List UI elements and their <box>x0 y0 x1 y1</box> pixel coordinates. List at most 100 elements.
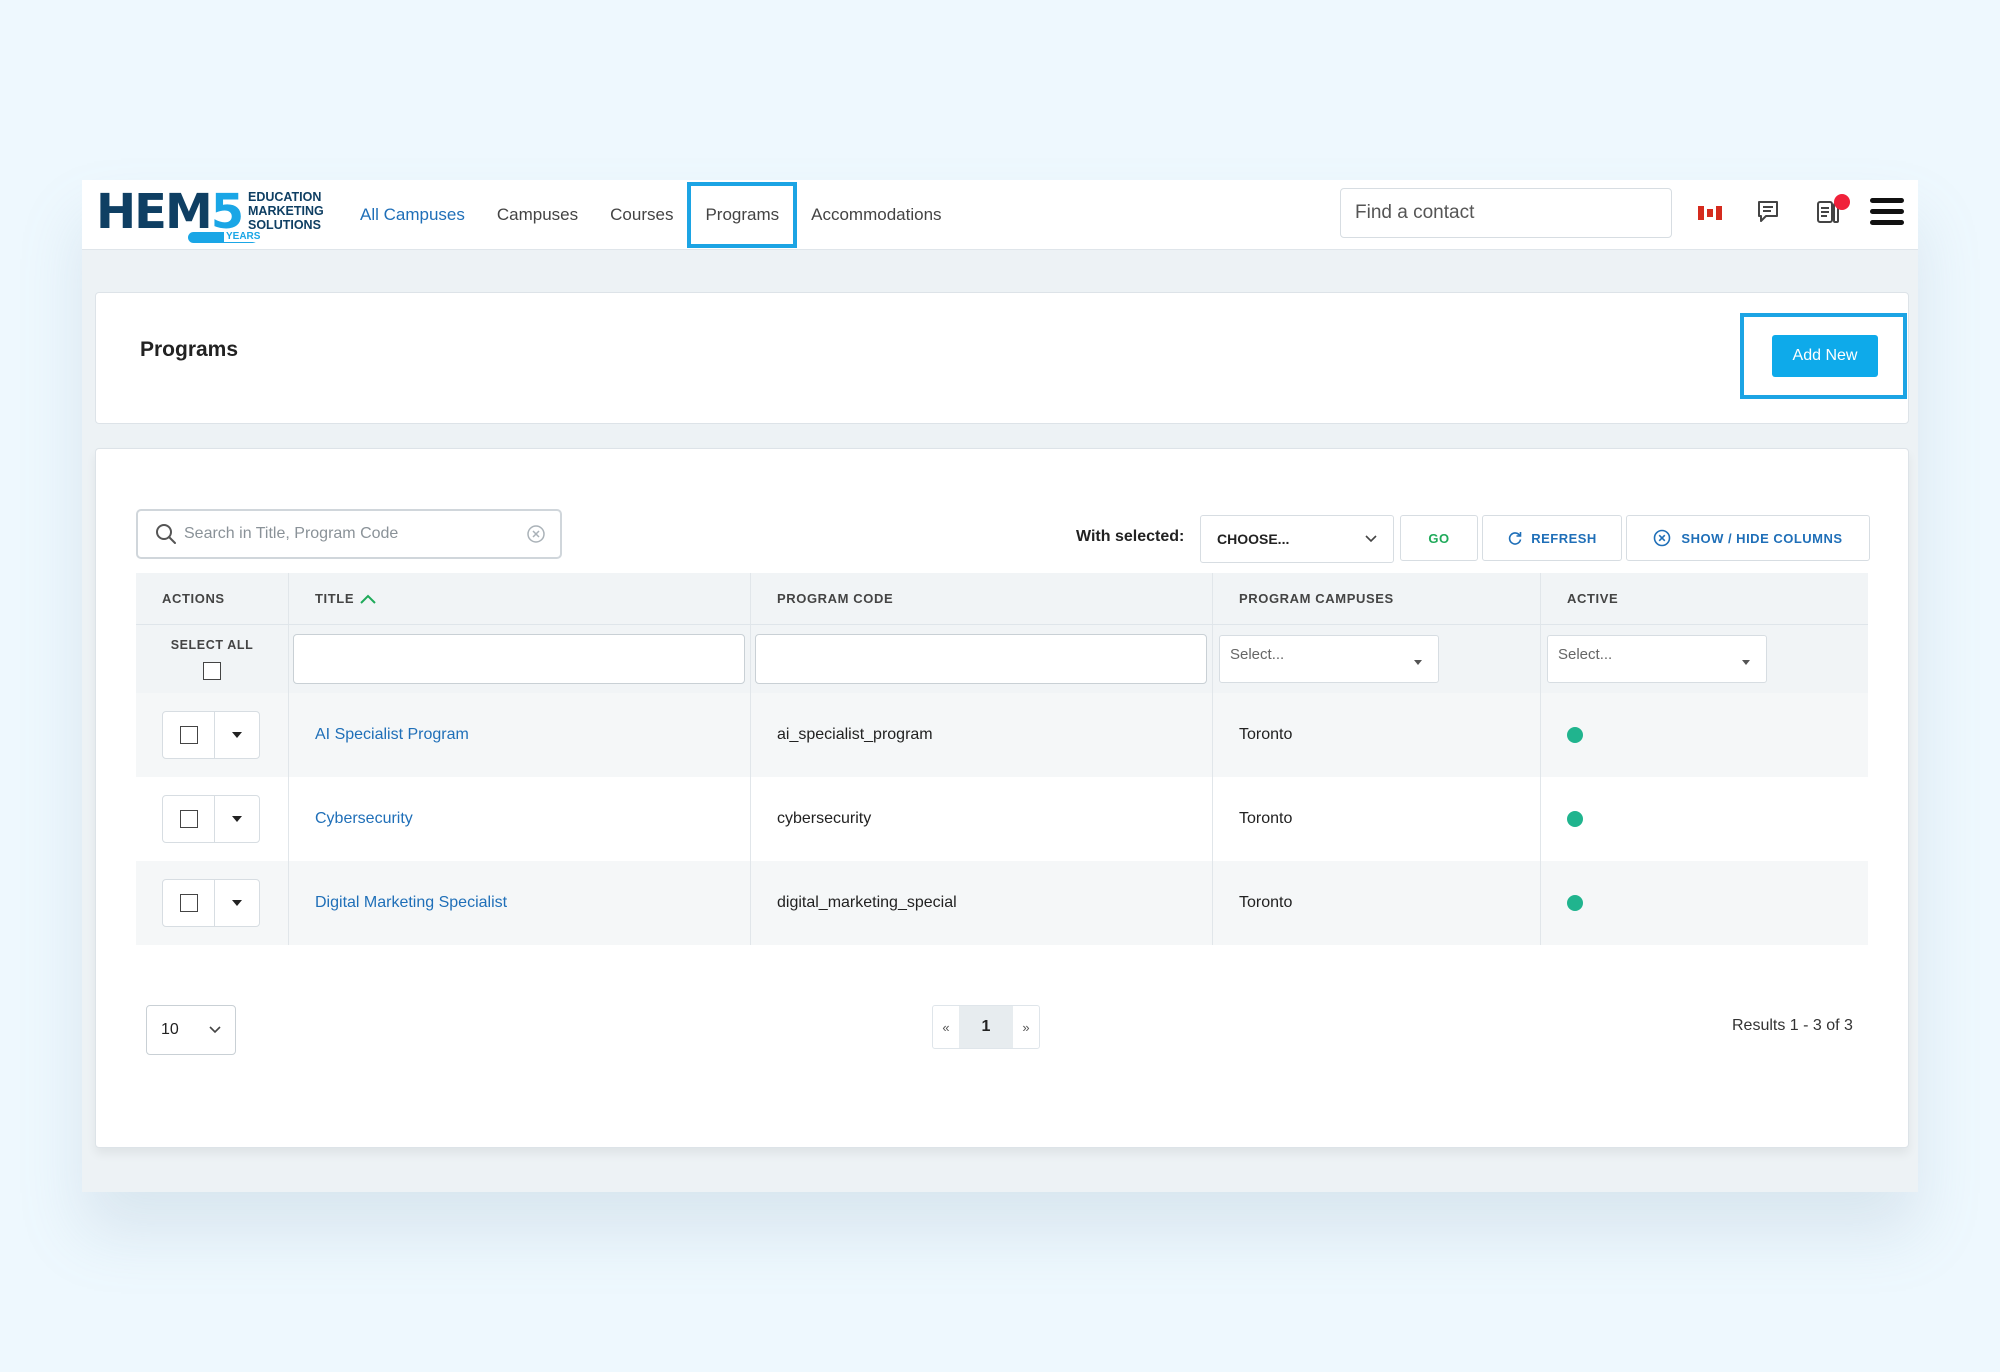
program-campus: Toronto <box>1212 693 1540 777</box>
caret-down-icon <box>1742 660 1750 665</box>
page-size-value: 10 <box>161 1021 179 1038</box>
find-contact-input[interactable] <box>1340 188 1672 238</box>
with-selected-label: With selected: <box>1076 528 1185 545</box>
program-title-link[interactable]: Digital Marketing Specialist <box>288 861 750 945</box>
row-checkbox[interactable] <box>179 810 198 828</box>
page-1-button[interactable]: 1 <box>959 1006 1013 1048</box>
sort-up-icon[interactable] <box>360 594 376 604</box>
table-header-row: ACTIONS TITLE PROGRAM CODE PROGRAM CAMPU… <box>136 573 1868 625</box>
next-page-button[interactable]: » <box>1013 1006 1039 1048</box>
add-new-button[interactable]: Add New <box>1772 335 1878 377</box>
campuses-filter-cell: Select... <box>1212 625 1540 693</box>
column-header-title[interactable]: TITLE <box>288 573 750 624</box>
caret-down-icon <box>232 732 242 738</box>
bulk-action-select[interactable]: CHOOSE... <box>1200 515 1394 563</box>
nav-all-campuses[interactable]: All Campuses <box>344 184 481 246</box>
campuses-filter-placeholder: Select... <box>1230 646 1285 663</box>
program-code-filter-cell <box>750 625 1212 693</box>
program-code: ai_specialist_program <box>750 693 1212 777</box>
caret-down-icon <box>232 816 242 822</box>
table-search-input[interactable] <box>184 525 526 543</box>
active-cell <box>1540 693 1868 777</box>
canada-flag-icon[interactable] <box>1698 206 1722 220</box>
column-header-title-label: TITLE <box>315 591 355 606</box>
row-actions-dropdown[interactable] <box>215 900 259 906</box>
active-filter-select[interactable]: Select... <box>1547 635 1767 683</box>
chat-icon[interactable] <box>1754 198 1782 226</box>
pagination: « 1 » <box>932 1005 1040 1049</box>
page-title: Programs <box>140 338 239 361</box>
active-filter-cell: Select... <box>1540 625 1868 693</box>
caret-down-icon <box>1414 660 1422 665</box>
show-hide-columns-label: SHOW / HIDE COLUMNS <box>1681 530 1843 546</box>
table-filter-row: SELECT ALL Select... Select... <box>136 625 1868 693</box>
caret-down-icon <box>232 900 242 906</box>
go-button[interactable]: GO <box>1400 515 1478 561</box>
table-search-box <box>136 509 562 559</box>
row-checkbox[interactable] <box>179 726 198 744</box>
logo-wordmark: HEM5 <box>96 184 244 240</box>
nav-campuses[interactable]: Campuses <box>481 184 594 246</box>
program-code: digital_marketing_special <box>750 861 1212 945</box>
circle-x-icon <box>1654 529 1671 547</box>
page-header-card: Programs Add New <box>95 292 1909 424</box>
row-checkbox[interactable] <box>179 894 198 912</box>
app-window: HEM5 EDUCATION MARKETING SOLUTIONS YEARS… <box>82 180 1918 1192</box>
logo-tagline: EDUCATION MARKETING SOLUTIONS <box>248 190 324 232</box>
select-all-label: SELECT ALL <box>170 638 254 652</box>
nav-programs[interactable]: Programs <box>687 182 798 248</box>
select-all-checkbox[interactable] <box>203 662 221 680</box>
column-header-program-campuses[interactable]: PROGRAM CAMPUSES <box>1212 573 1540 624</box>
active-filter-placeholder: Select... <box>1558 646 1613 663</box>
nav-courses[interactable]: Courses <box>594 184 689 246</box>
chevron-down-icon <box>209 1026 221 1034</box>
logo[interactable]: HEM5 EDUCATION MARKETING SOLUTIONS YEARS <box>96 184 336 246</box>
program-code-filter-input[interactable] <box>755 634 1207 684</box>
active-status-dot <box>1567 895 1583 911</box>
row-actions-dropdown[interactable] <box>215 816 259 822</box>
title-filter-cell <box>288 625 750 693</box>
column-header-active[interactable]: ACTIVE <box>1540 573 1868 624</box>
background: HEM5 EDUCATION MARKETING SOLUTIONS YEARS… <box>0 0 2000 1372</box>
notification-badge <box>1834 194 1850 210</box>
program-title-link[interactable]: AI Specialist Program <box>288 693 750 777</box>
active-cell <box>1540 777 1868 861</box>
chevron-down-icon <box>1365 535 1377 543</box>
active-status-dot <box>1567 811 1583 827</box>
column-header-program-code[interactable]: PROGRAM CODE <box>750 573 1212 624</box>
page-size-select[interactable]: 10 <box>146 1005 236 1055</box>
table-row: AI Specialist Program ai_specialist_prog… <box>136 693 1868 777</box>
refresh-button[interactable]: REFRESH <box>1482 515 1622 561</box>
logo-years-badge: YEARS <box>188 231 263 243</box>
row-actions-cell <box>136 861 288 945</box>
active-cell <box>1540 861 1868 945</box>
program-code: cybersecurity <box>750 777 1212 861</box>
row-actions-control <box>162 795 260 843</box>
row-actions-cell <box>136 693 288 777</box>
search-icon <box>156 524 176 544</box>
results-count: Results 1 - 3 of 3 <box>1732 1017 1853 1034</box>
campuses-filter-select[interactable]: Select... <box>1219 635 1439 683</box>
nav-accommodations[interactable]: Accommodations <box>795 184 957 246</box>
row-actions-cell <box>136 777 288 861</box>
clear-icon[interactable] <box>526 524 546 544</box>
hamburger-menu-icon[interactable] <box>1870 198 1906 230</box>
program-campus: Toronto <box>1212 861 1540 945</box>
title-filter-input[interactable] <box>293 634 745 684</box>
row-actions-control <box>162 711 260 759</box>
bulk-action-value: CHOOSE... <box>1217 531 1290 547</box>
active-status-dot <box>1567 727 1583 743</box>
column-header-actions: ACTIONS <box>162 591 225 606</box>
programs-list-card: With selected: CHOOSE... GO REFRESH <box>95 448 1909 1148</box>
table-row: Digital Marketing Specialist digital_mar… <box>136 861 1868 945</box>
row-actions-dropdown[interactable] <box>215 732 259 738</box>
refresh-icon <box>1509 532 1522 545</box>
show-hide-columns-button[interactable]: SHOW / HIDE COLUMNS <box>1626 515 1870 561</box>
program-campus: Toronto <box>1212 777 1540 861</box>
top-navbar: HEM5 EDUCATION MARKETING SOLUTIONS YEARS… <box>82 180 1918 250</box>
row-actions-control <box>162 879 260 927</box>
program-title-link[interactable]: Cybersecurity <box>288 777 750 861</box>
refresh-label: REFRESH <box>1531 530 1597 546</box>
add-new-highlight: Add New <box>1740 313 1907 399</box>
prev-page-button[interactable]: « <box>933 1006 959 1048</box>
